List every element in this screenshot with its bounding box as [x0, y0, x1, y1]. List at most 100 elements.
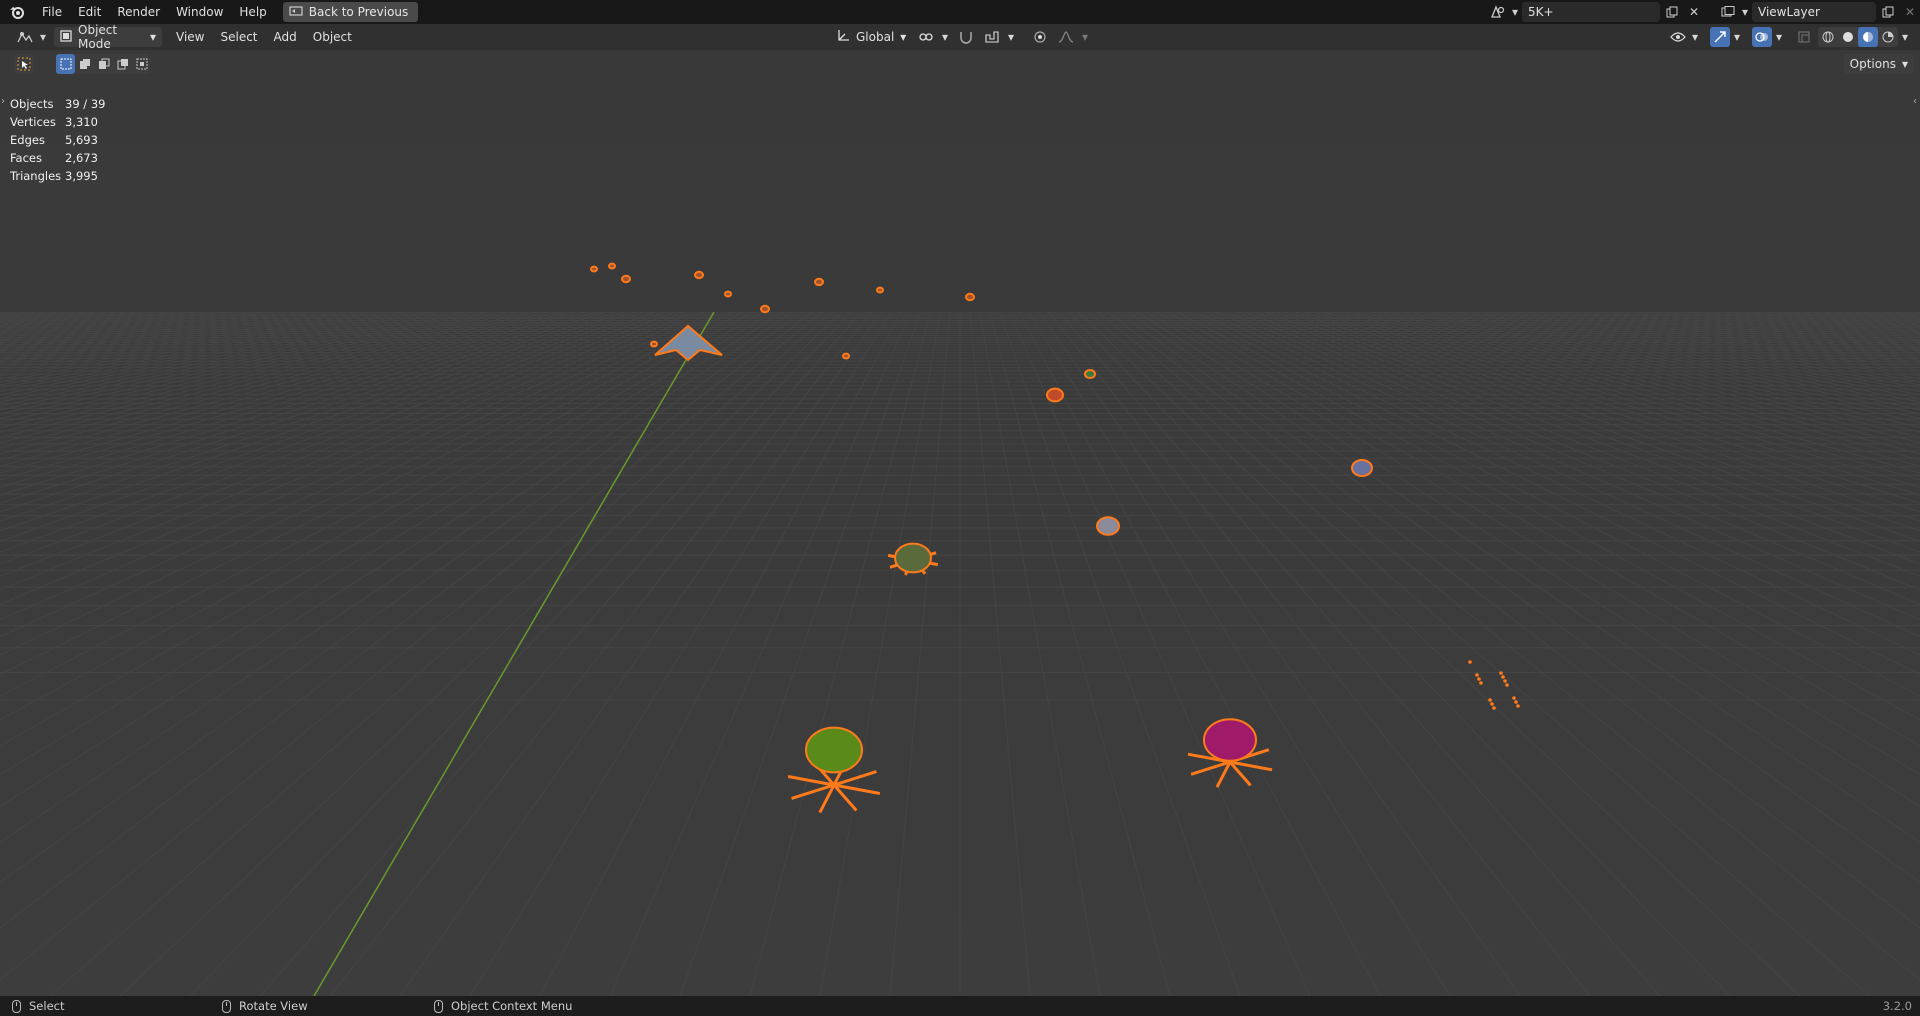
chevron-down-icon[interactable]: ▾	[1740, 2, 1750, 22]
object-mode-label: Object Mode	[78, 23, 118, 51]
chevron-down-icon[interactable]: ▾	[1734, 30, 1742, 44]
xray-toggle-icon[interactable]	[1794, 27, 1814, 47]
small-object-7	[842, 352, 850, 360]
header-menu-object[interactable]: Object	[305, 30, 360, 44]
pivot-point-icon[interactable]	[916, 27, 936, 47]
stat-label: Objects	[10, 97, 54, 111]
crab-body	[894, 542, 932, 574]
green-tree-canopy	[805, 726, 863, 774]
particle-9	[1501, 675, 1505, 679]
close-view-layer-icon[interactable]: ✕	[1900, 2, 1920, 22]
sidebar-expand-arrow-icon[interactable]: ‹	[1913, 96, 1917, 107]
screen-icon	[289, 6, 303, 16]
duplicate-view-layer-icon[interactable]	[1878, 2, 1898, 22]
toolbar-expand-arrow-icon[interactable]: ›	[1, 96, 5, 107]
particle-8	[1514, 700, 1518, 704]
subtract-selection-icon[interactable]	[94, 54, 113, 74]
extend-selection-icon[interactable]	[75, 54, 94, 74]
particle-11	[1475, 673, 1479, 677]
duplicate-scene-icon[interactable]	[1662, 2, 1682, 22]
rendered-shading-icon[interactable]	[1878, 27, 1898, 47]
menu-help[interactable]: Help	[231, 0, 274, 24]
orientation-dropdown[interactable]: Global ▾	[830, 27, 910, 47]
gizmo-toggle-icon[interactable]	[1710, 27, 1730, 47]
small-object-3	[694, 270, 704, 280]
header-menu-add[interactable]: Add	[266, 30, 305, 44]
right-mouse-icon	[434, 999, 443, 1013]
orientation-axes-icon	[836, 29, 850, 46]
visibility-eye-icon[interactable]	[1668, 27, 1688, 47]
status-rotate-hint: Rotate View	[222, 999, 308, 1013]
solid-shading-icon[interactable]	[1838, 27, 1858, 47]
3d-viewport[interactable]	[0, 50, 1920, 996]
stat-vertices: Vertices 3,310	[10, 113, 105, 131]
small-object-6	[814, 277, 824, 287]
menu-window[interactable]: Window	[168, 0, 231, 24]
small-object-10	[965, 292, 975, 302]
scene-name-field[interactable]: 5K+	[1522, 2, 1660, 22]
select-tool-icon[interactable]	[14, 54, 34, 74]
wireframe-shading-icon[interactable]	[1818, 27, 1838, 47]
set-new-selection-icon[interactable]	[56, 54, 75, 74]
chevron-down-icon[interactable]: ▾	[1082, 30, 1090, 44]
scene-icon[interactable]	[1488, 2, 1508, 22]
view-layer-value: ViewLayer	[1758, 5, 1820, 19]
middle-mouse-icon	[222, 999, 231, 1013]
status-bar: Select Rotate View Object Context Menu 3…	[0, 996, 1920, 1016]
chevron-down-icon[interactable]: ▾	[1776, 30, 1784, 44]
stat-value: 39 / 39	[65, 97, 106, 111]
view-layer-field[interactable]: ViewLayer	[1752, 2, 1876, 22]
header-menu-view[interactable]: View	[168, 30, 212, 44]
editor-type-icon[interactable]	[12, 27, 38, 47]
blender-logo-icon[interactable]	[8, 3, 26, 21]
stat-faces: Faces 2,673	[10, 149, 105, 167]
viewport-scene[interactable]	[0, 50, 1920, 996]
material-preview-shading-icon[interactable]	[1858, 27, 1878, 47]
left-mouse-icon	[12, 999, 21, 1013]
chevron-down-icon[interactable]: ▾	[1692, 30, 1700, 44]
falloff-curve-icon[interactable]	[1056, 27, 1076, 47]
menu-render[interactable]: Render	[109, 0, 168, 24]
stat-objects: Objects 39 / 39	[10, 95, 105, 113]
stat-value: 3,310	[65, 115, 98, 129]
particle-13	[1499, 671, 1503, 675]
status-select-label: Select	[29, 999, 65, 1013]
stat-label: Triangles	[10, 169, 62, 183]
invert-selection-icon[interactable]	[113, 54, 132, 74]
snap-increment-icon[interactable]	[982, 27, 1002, 47]
object-mode-dropdown[interactable]: Object Mode ▾	[54, 23, 162, 51]
menu-file[interactable]: File	[34, 0, 70, 24]
chevron-down-icon[interactable]: ▾	[1510, 2, 1520, 22]
chevron-down-icon[interactable]: ▾	[942, 30, 950, 44]
view-layer-icon[interactable]	[1718, 2, 1738, 22]
stat-label: Edges	[10, 133, 45, 147]
particle-1	[1505, 683, 1509, 687]
stat-label: Faces	[10, 151, 42, 165]
close-scene-icon[interactable]: ✕	[1684, 2, 1704, 22]
critter-object	[1096, 516, 1120, 536]
back-to-previous-label: Back to Previous	[308, 5, 409, 19]
chevron-down-icon[interactable]: ▾	[38, 27, 48, 47]
proportional-editing-icon[interactable]	[1030, 27, 1050, 47]
options-label: Options	[1849, 57, 1896, 71]
viewport-display-controls: ▾ ▾ ▾ ▾	[1668, 27, 1910, 47]
status-context-hint: Object Context Menu	[434, 999, 572, 1013]
overlays-toggle-icon[interactable]	[1752, 27, 1772, 47]
intersect-selection-icon[interactable]	[132, 54, 151, 74]
orientation-label: Global	[856, 30, 895, 44]
viewport-header: ▾ Object Mode ▾ View Select Add Object G…	[0, 23, 1920, 51]
header-menu-select[interactable]: Select	[212, 30, 265, 44]
menu-edit[interactable]: Edit	[70, 0, 109, 24]
snap-icon[interactable]	[956, 27, 976, 47]
chevron-down-icon[interactable]: ▾	[1008, 30, 1016, 44]
particle-7	[1477, 677, 1481, 681]
stat-label: Vertices	[10, 115, 56, 129]
chevron-down-icon[interactable]: ▾	[1902, 30, 1910, 44]
transform-controls: Global ▾ ▾ ▾ ▾	[830, 27, 1090, 47]
particle-2	[1492, 706, 1496, 710]
options-dropdown[interactable]: Options ▾	[1843, 54, 1914, 74]
back-to-previous-button[interactable]: Back to Previous	[282, 2, 419, 22]
status-rotate-label: Rotate View	[239, 999, 308, 1013]
chevron-down-icon: ▾	[149, 30, 156, 44]
stat-triangles: Triangles 3,995	[10, 167, 105, 185]
